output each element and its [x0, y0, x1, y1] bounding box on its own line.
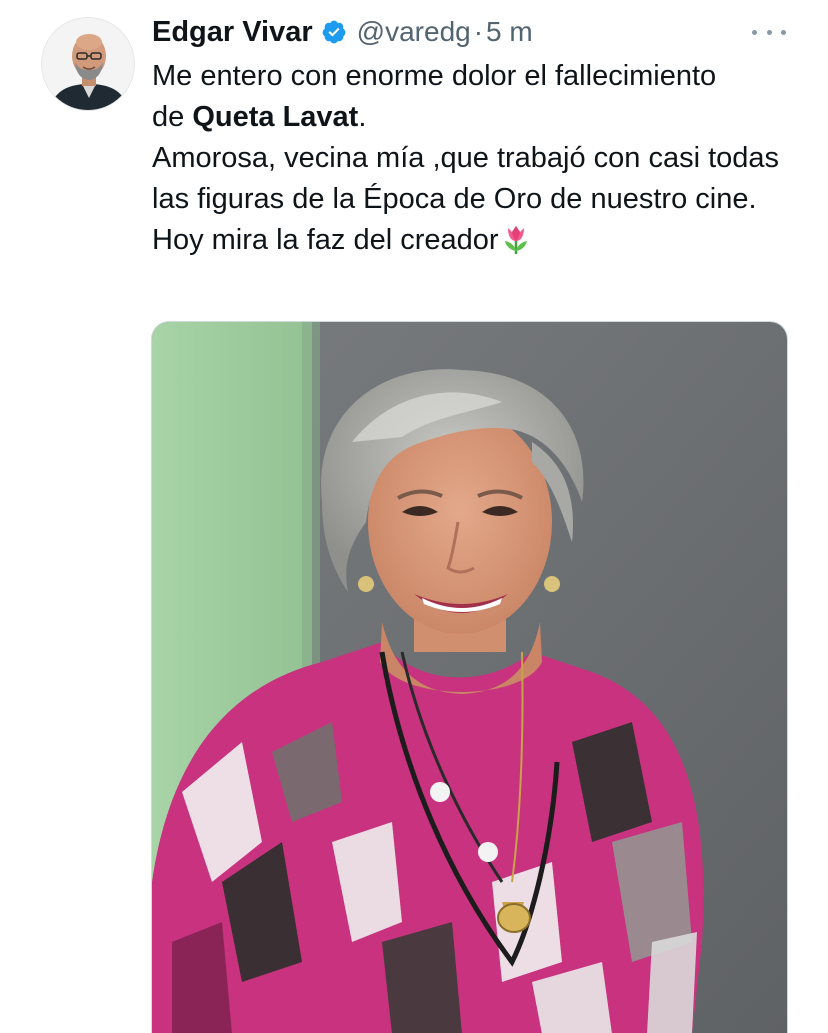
text-prefix: de — [152, 101, 193, 133]
text-paragraph-2: Amorosa, vecina mía ,que trabajó con cas… — [152, 142, 780, 215]
author-handle[interactable]: @varedg — [357, 16, 471, 48]
text-suffix: . — [358, 101, 367, 133]
more-dot — [781, 29, 786, 35]
avatar-photo-icon — [42, 18, 134, 110]
tweet-timestamp[interactable]: 5 m — [486, 16, 533, 48]
text-line-2: de Queta Lavat. — [152, 97, 802, 138]
more-dot — [766, 29, 772, 35]
mentioned-name: Queta Lavat — [192, 101, 359, 133]
text-closing: Hoy mira la faz del creador — [152, 224, 499, 256]
photo-woman-portrait — [152, 322, 787, 1033]
text-line-1: Me entero con enorme dolor el fallecimie… — [152, 60, 717, 92]
tweet-text: Me entero con enorme dolor el fallecimie… — [152, 56, 802, 261]
tweet-header: Edgar Vivar @varedg · 5 m — [152, 14, 533, 50]
more-horizontal-icon[interactable] — [752, 18, 786, 46]
more-dot — [752, 29, 757, 35]
author-name[interactable]: Edgar Vivar — [152, 16, 313, 49]
tulip-emoji-icon — [504, 226, 527, 254]
separator-dot: · — [473, 16, 484, 47]
author-avatar[interactable] — [41, 17, 135, 111]
verified-badge-icon — [322, 20, 346, 44]
tweet-card[interactable]: Edgar Vivar @varedg · 5 m Me entero con … — [0, 0, 828, 1033]
text-paragraph-3: Hoy mira la faz del creador — [152, 220, 802, 261]
tweet-photo[interactable] — [151, 321, 788, 1033]
